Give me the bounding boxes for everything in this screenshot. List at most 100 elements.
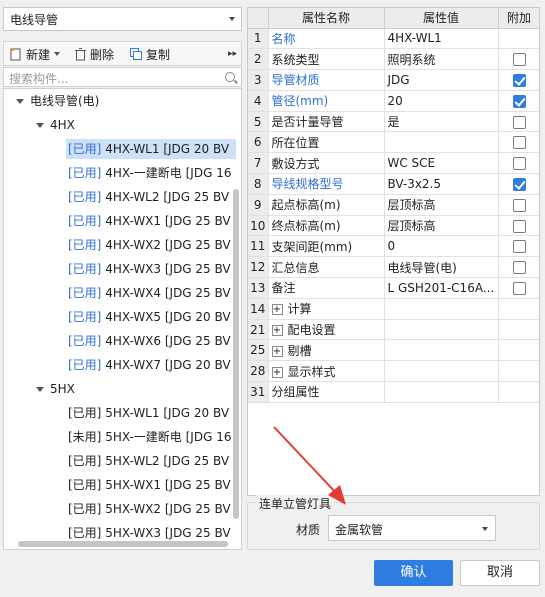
expand-plus-icon[interactable]: +: [271, 325, 283, 337]
property-row[interactable]: 28 + 显示样式: [248, 360, 539, 383]
property-row[interactable]: 6 所在位置: [248, 131, 539, 154]
expand-plus-icon[interactable]: +: [271, 345, 283, 357]
tree-item[interactable]: [已用] 4HX-WL1 [JDG 20 BV: [66, 139, 236, 159]
checkbox-checked[interactable]: [512, 94, 526, 108]
tree-item-label: 4HX-WX2 [JDG 25 BV: [101, 238, 231, 252]
tree-item-label: 5HX-WL1 [JDG 20 BV: [101, 406, 230, 420]
property-row[interactable]: 8 导线规格型号 BV-3x2.5: [248, 173, 539, 195]
property-value[interactable]: [384, 298, 499, 320]
tree-group[interactable]: 4HX: [36, 115, 75, 135]
tree-item[interactable]: [已用] 4HX-WL2 [JDG 25 BV: [66, 187, 236, 207]
tree-item[interactable]: [已用] 4HX-WX5 [JDG 20 BV: [66, 307, 236, 327]
category-select-value: 电线导管: [10, 13, 59, 27]
property-value[interactable]: 4HX-WL1: [384, 28, 499, 50]
tree-item[interactable]: [已用] 5HX-WL1 [JDG 20 BV: [66, 403, 236, 423]
property-row[interactable]: 3 导管材质 JDG: [248, 69, 539, 91]
property-name-label: 配电设置: [287, 323, 336, 338]
property-row[interactable]: 12 汇总信息 电线导管(电): [248, 256, 539, 279]
property-row[interactable]: 7 敷设方式 WC SCE: [248, 152, 539, 175]
header-index: [248, 8, 269, 29]
expand-arrow-icon[interactable]: [36, 123, 44, 128]
new-button[interactable]: 新建: [9, 45, 61, 63]
tree-item[interactable]: [已用] 4HX-WX7 [JDG 20 BV: [66, 355, 236, 375]
property-name-label: 是否计量导管: [271, 115, 344, 130]
property-value[interactable]: [384, 381, 499, 403]
more-tools-icon[interactable]: ▸▸: [228, 49, 237, 59]
property-row[interactable]: 13 备注 L GSH201-C16A...: [248, 277, 539, 299]
row-index: 11: [248, 235, 269, 258]
property-value[interactable]: 20: [384, 90, 499, 112]
tree-item[interactable]: [已用] 5HX-WX2 [JDG 25 BV: [66, 499, 236, 519]
delete-button[interactable]: 删除: [74, 45, 114, 63]
property-value[interactable]: [384, 319, 499, 341]
checkbox-unchecked[interactable]: [512, 198, 526, 212]
property-value[interactable]: WC SCE: [384, 152, 499, 175]
property-extra: [498, 277, 539, 299]
tree-item-status: [已用]: [68, 142, 102, 156]
tree-group[interactable]: 5HX: [36, 379, 75, 399]
property-row[interactable]: 25 + 剔槽: [248, 339, 539, 362]
tree-item-status: [已用]: [68, 406, 102, 420]
new-dropdown-icon[interactable]: [54, 52, 61, 56]
property-name-label: 起点标高(m): [271, 198, 341, 213]
tree-item[interactable]: [已用] 4HX-WX1 [JDG 25 BV: [66, 211, 236, 231]
property-row[interactable]: 21 + 配电设置: [248, 319, 539, 341]
property-row[interactable]: 10 终点标高(m) 层顶标高: [248, 215, 539, 237]
tree-item[interactable]: [已用] 5HX-WX3 [JDG 25 BV: [66, 523, 236, 543]
property-value[interactable]: 电线导管(电): [384, 256, 499, 279]
property-row[interactable]: 31 分组属性: [248, 381, 539, 403]
property-row[interactable]: 11 支架间距(mm) 0: [248, 235, 539, 258]
property-row[interactable]: 5 是否计量导管 是: [248, 111, 539, 133]
property-value[interactable]: BV-3x2.5: [384, 173, 499, 195]
tree-item-label: 5HX-WX2 [JDG 25 BV: [101, 502, 231, 516]
search-icon[interactable]: [225, 72, 235, 82]
tree-item[interactable]: [已用] 4HX-WX3 [JDG 25 BV: [66, 259, 236, 279]
property-value[interactable]: [384, 339, 499, 362]
material-select[interactable]: 金属软管: [328, 515, 496, 541]
property-value[interactable]: 层顶标高: [384, 194, 499, 216]
property-row[interactable]: 2 系统类型 照明系统: [248, 48, 539, 71]
property-row[interactable]: 4 管径(mm) 20: [248, 90, 539, 112]
expand-arrow-icon[interactable]: [16, 99, 24, 104]
expand-plus-icon[interactable]: +: [271, 366, 283, 378]
checkbox-checked[interactable]: [512, 73, 526, 87]
checkbox-unchecked[interactable]: [512, 53, 526, 67]
category-select[interactable]: 电线导管: [3, 7, 242, 31]
tree-root[interactable]: 电线导管(电): [16, 91, 99, 111]
cancel-button[interactable]: 取消: [460, 560, 540, 586]
property-value[interactable]: 0: [384, 235, 499, 258]
property-value[interactable]: L GSH201-C16A...: [384, 277, 499, 299]
copy-button[interactable]: 复制: [129, 45, 170, 63]
tree-item[interactable]: [已用] 4HX-WX2 [JDG 25 BV: [66, 235, 236, 255]
checkbox-unchecked[interactable]: [512, 261, 526, 275]
expand-plus-icon[interactable]: +: [271, 304, 283, 316]
property-value[interactable]: 是: [384, 111, 499, 133]
property-row[interactable]: 9 起点标高(m) 层顶标高: [248, 194, 539, 216]
search-input[interactable]: 搜索构件...: [3, 67, 242, 87]
confirm-button[interactable]: 确认: [374, 560, 453, 586]
tree-item[interactable]: [已用] 5HX-WX1 [JDG 25 BV: [66, 475, 236, 495]
property-value[interactable]: 层顶标高: [384, 215, 499, 237]
component-toolbar: 新建 删除 复制 ▸▸: [3, 41, 242, 66]
property-value[interactable]: [384, 360, 499, 383]
checkbox-unchecked[interactable]: [512, 136, 526, 150]
property-row[interactable]: 14 + 计算: [248, 298, 539, 320]
property-name-label: 管径(mm): [271, 94, 329, 109]
checkbox-unchecked[interactable]: [512, 281, 526, 295]
tree-item[interactable]: [已用] 4HX-一建断电 [JDG 16: [66, 163, 236, 183]
tree-item-status: [已用]: [68, 526, 102, 540]
tree-item[interactable]: [未用] 5HX-一建断电 [JDG 16: [66, 427, 236, 447]
property-row[interactable]: 1 名称 4HX-WL1: [248, 28, 539, 50]
checkbox-checked[interactable]: [512, 177, 526, 191]
property-value[interactable]: [384, 131, 499, 154]
checkbox-unchecked[interactable]: [512, 219, 526, 233]
checkbox-unchecked[interactable]: [512, 240, 526, 254]
expand-arrow-icon[interactable]: [36, 387, 44, 392]
tree-item[interactable]: [已用] 4HX-WX6 [JDG 25 BV: [66, 331, 236, 351]
checkbox-unchecked[interactable]: [512, 157, 526, 171]
checkbox-unchecked[interactable]: [512, 115, 526, 129]
tree-item[interactable]: [已用] 5HX-WL2 [JDG 25 BV: [66, 451, 236, 471]
property-value[interactable]: JDG: [384, 69, 499, 91]
property-value[interactable]: 照明系统: [384, 48, 499, 71]
tree-item[interactable]: [已用] 4HX-WX4 [JDG 25 BV: [66, 283, 236, 303]
